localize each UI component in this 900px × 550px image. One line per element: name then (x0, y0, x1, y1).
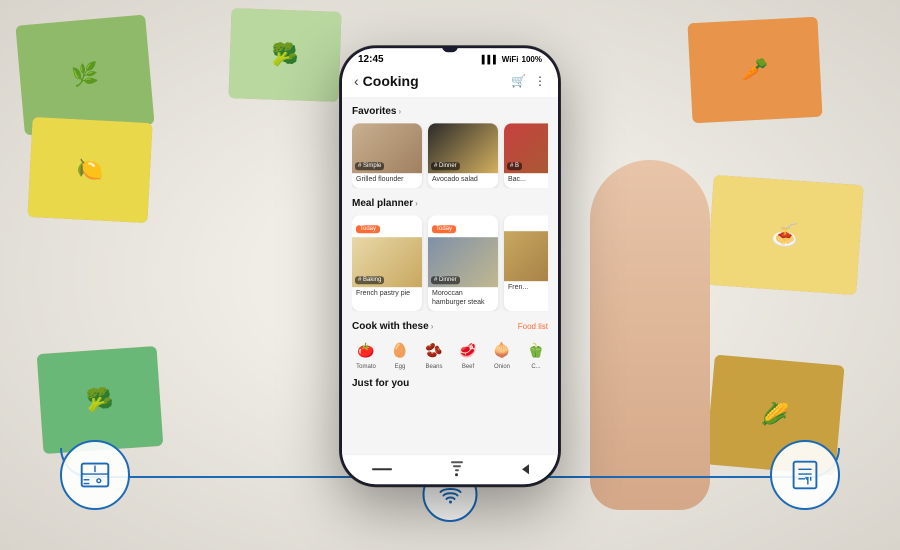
cook-arrow: › (431, 322, 434, 331)
phone-screen: 12:45 ▌▌▌ WiFi 100% ‹ Cooking 🛒 ⋮ (342, 48, 558, 484)
beans-label: Beans (425, 364, 442, 370)
nav-wifi-icon[interactable] (451, 461, 463, 476)
ingredient-beef[interactable]: 🥩 Beef (454, 338, 482, 370)
recipe-img-bacon: # B (504, 123, 548, 173)
clipboard-svg (786, 456, 824, 494)
crate-pasta: 🍝 (706, 175, 863, 295)
recipe-name-avocado: Avocado salad (428, 173, 498, 188)
tag-simple: # Simple (355, 162, 384, 170)
battery-icon: 100% (522, 55, 542, 64)
meal-img-pastry: # Baking (352, 238, 422, 288)
beef-icon: 🥩 (456, 338, 480, 362)
recipe-name-bacon: Bac... (504, 173, 548, 188)
tag-dinner: # Dinner (431, 162, 460, 170)
favorites-cards: # Simple Grilled flounder # Dinner Avoca… (352, 123, 548, 188)
nav-bars-icon[interactable] (372, 468, 392, 470)
meal-img-hamburger: # Dinner (428, 238, 498, 288)
onion-icon: 🧅 (490, 338, 514, 362)
favorites-arrow: › (398, 107, 401, 116)
crate-broccoli: 🥦 (37, 346, 164, 454)
back-button[interactable]: ‹ (354, 73, 359, 89)
fridge-svg (76, 456, 114, 494)
tomato-icon: 🍅 (354, 338, 378, 362)
ingredient-extra[interactable]: 🫑 C... (522, 338, 548, 370)
meal-planner-header[interactable]: Meal planner › (352, 199, 548, 210)
meal-card-french[interactable]: Fren... (504, 216, 548, 312)
egg-icon: 🥚 (388, 338, 412, 362)
tomato-label: Tomato (356, 364, 376, 370)
favorites-header[interactable]: Favorites › (352, 106, 548, 117)
phone-nav-bar (342, 454, 558, 484)
more-icon[interactable]: ⋮ (534, 74, 546, 88)
today-badge-2: Today (432, 226, 456, 234)
cook-label[interactable]: Cook with these › (352, 321, 433, 332)
app-title: Cooking (363, 73, 419, 89)
food-list-link[interactable]: Food list (518, 322, 548, 331)
ingredient-onion[interactable]: 🧅 Onion (488, 338, 516, 370)
extra-label: C... (531, 364, 540, 370)
crate-carrots: 🥕 (687, 17, 822, 124)
phone-body: 12:45 ▌▌▌ WiFi 100% ‹ Cooking 🛒 ⋮ (340, 46, 560, 486)
ingredient-beans[interactable]: 🫘 Beans (420, 338, 448, 370)
recipe-img-grilled: # Simple (352, 123, 422, 173)
today-badge-1: Today (356, 226, 380, 234)
app-content: Favorites › # Simple Grilled flounder # … (342, 98, 558, 454)
cart-icon[interactable]: 🛒 (511, 74, 526, 88)
meal-planner-cards: Today # Baking French pastry pie Today #… (352, 216, 548, 312)
egg-label: Egg (395, 364, 406, 370)
recipe-card-bacon[interactable]: # B Bac... (504, 123, 548, 188)
header-right: 🛒 ⋮ (511, 74, 546, 88)
app-header: ‹ Cooking 🛒 ⋮ (342, 67, 558, 98)
extra-icon: 🫑 (524, 338, 548, 362)
crate-lemons: 🍋 (27, 117, 152, 223)
meal-name-pastry: French pastry pie (352, 288, 422, 303)
recipe-name-grilled: Grilled flounder (352, 173, 422, 188)
recipe-card-avocado[interactable]: # Dinner Avocado salad (428, 123, 498, 188)
tag-b: # B (507, 162, 522, 170)
crate-greens: 🥦 (228, 8, 341, 102)
ingredient-tomato[interactable]: 🍅 Tomato (352, 338, 380, 370)
meal-img-french (504, 232, 548, 282)
phone-device: 12:45 ▌▌▌ WiFi 100% ‹ Cooking 🛒 ⋮ (340, 46, 560, 486)
header-left: ‹ Cooking (354, 73, 419, 89)
just-for-you-header[interactable]: Just for you (352, 378, 548, 389)
meal-card-hamburger[interactable]: Today # Dinner Moroccan hamburger steak (428, 216, 498, 312)
meal-name-french: Fren... (504, 282, 548, 297)
fridge-icon[interactable] (60, 440, 130, 510)
nav-back-icon[interactable] (522, 464, 529, 474)
beans-icon: 🫘 (422, 338, 446, 362)
meal-planner-arrow: › (415, 200, 418, 209)
onion-label: Onion (494, 364, 510, 370)
ingredients-row: 🍅 Tomato 🥚 Egg 🫘 Beans 🥩 Beef (352, 338, 548, 370)
status-time: 12:45 (358, 54, 384, 65)
tag-dinner2: # Dinner (431, 277, 460, 285)
meal-name-hamburger: Moroccan hamburger steak (428, 288, 498, 312)
signal-icon: ▌▌▌ (482, 55, 499, 64)
cook-with-header: Cook with these › Food list (352, 321, 548, 332)
wifi-status-icon: WiFi (502, 55, 519, 64)
beef-label: Beef (462, 364, 474, 370)
recipe-clipboard-icon[interactable] (770, 440, 840, 510)
recipe-img-avocado: # Dinner (428, 123, 498, 173)
meal-card-pastry[interactable]: Today # Baking French pastry pie (352, 216, 422, 312)
ingredient-egg[interactable]: 🥚 Egg (386, 338, 414, 370)
tag-baking: # Baking (355, 277, 384, 285)
recipe-card-grilled[interactable]: # Simple Grilled flounder (352, 123, 422, 188)
status-icons: ▌▌▌ WiFi 100% (482, 55, 542, 64)
